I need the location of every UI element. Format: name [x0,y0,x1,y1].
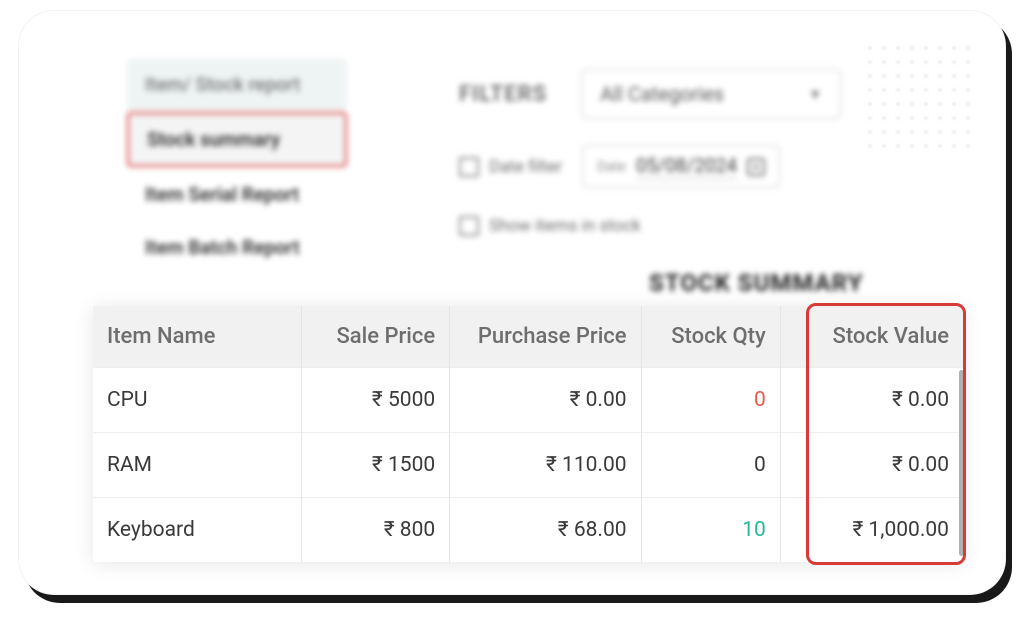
date-filter-checkbox[interactable]: Date filter [459,157,562,177]
table-row[interactable]: RAM ₹ 1500 ₹ 110.00 0 ₹ 0.00 [93,433,963,498]
page-title: STOCK SUMMARY [649,269,863,297]
cell-purchase-price: ₹ 68.00 [450,498,641,563]
cell-sale-price: ₹ 800 [302,498,450,563]
cell-purchase-price: ₹ 0.00 [450,368,641,433]
cell-purchase-price: ₹ 110.00 [450,433,641,498]
sidebar-item-stock-report[interactable]: Item/ Stock report [127,59,347,110]
date-prefix: Date [597,159,626,175]
cell-stock-qty: 0 [641,433,780,498]
cell-item-name: CPU [93,368,302,433]
table-header-row: Item Name Sale Price Purchase Price Stoc… [93,306,963,368]
header-stock-qty[interactable]: Stock Qty [641,306,780,368]
date-input[interactable]: Date 05/08/2024 [582,145,780,188]
stock-summary-table: Item Name Sale Price Purchase Price Stoc… [93,306,963,562]
checkbox-icon [459,216,479,236]
sidebar-item-batch-report[interactable]: Item Batch Report [127,222,347,273]
table-row[interactable]: CPU ₹ 5000 ₹ 0.00 0 ₹ 0.00 [93,368,963,433]
header-item-name[interactable]: Item Name [93,306,302,368]
filters-panel: FILTERS All Categories ▼ Date filter Dat… [459,69,939,236]
date-value: 05/08/2024 [636,154,737,179]
cell-stock-value: ₹ 0.00 [780,368,963,433]
cell-sale-price: ₹ 5000 [302,368,450,433]
header-purchase-price[interactable]: Purchase Price [450,306,641,368]
table-row[interactable]: Keyboard ₹ 800 ₹ 68.00 10 ₹ 1,000.00 [93,498,963,563]
show-in-stock-checkbox[interactable]: Show items in stock [459,216,641,236]
date-filter-label: Date filter [489,157,562,177]
report-card: Item/ Stock report Stock summary Item Se… [18,10,1006,595]
sidebar-item-serial-report[interactable]: Item Serial Report [127,169,347,220]
scrollbar[interactable] [959,370,964,556]
report-sidebar: Item/ Stock report Stock summary Item Se… [127,59,347,275]
cell-stock-value: ₹ 0.00 [780,433,963,498]
cell-item-name: RAM [93,433,302,498]
filters-label: FILTERS [459,82,547,107]
cell-item-name: Keyboard [93,498,302,563]
cell-stock-qty: 10 [641,498,780,563]
category-value: All Categories [600,82,724,106]
cell-sale-price: ₹ 1500 [302,433,450,498]
cell-stock-value: ₹ 1,000.00 [780,498,963,563]
sidebar-item-stock-summary[interactable]: Stock summary [127,112,347,167]
show-in-stock-label: Show items in stock [489,216,641,236]
checkbox-icon [459,157,479,177]
category-select[interactable]: All Categories ▼ [581,69,841,119]
calendar-icon [747,158,765,176]
cell-stock-qty: 0 [641,368,780,433]
header-sale-price[interactable]: Sale Price [302,306,450,368]
header-stock-value[interactable]: Stock Value [780,306,963,368]
chevron-down-icon: ▼ [808,86,822,103]
